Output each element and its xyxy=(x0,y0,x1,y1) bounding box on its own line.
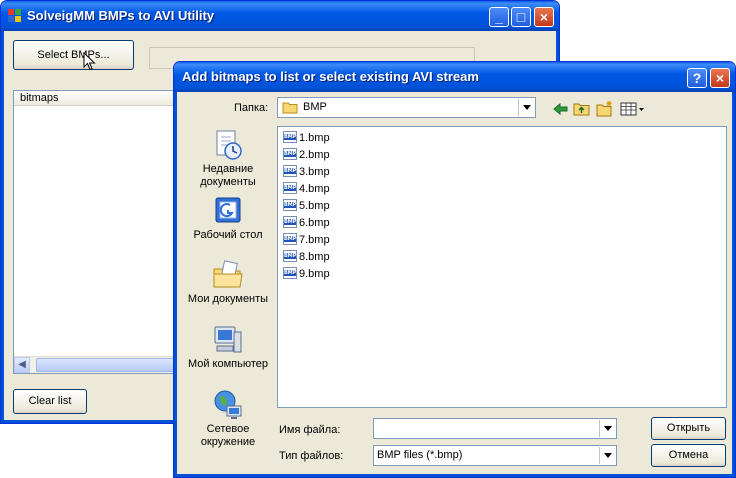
place-desktop[interactable]: Рабочий стол xyxy=(184,195,272,242)
select-bmps-button[interactable]: Select BMPs... xyxy=(13,40,134,70)
folder-label: Папка: xyxy=(234,102,269,114)
close-icon: × xyxy=(715,70,725,86)
bmp-file-icon xyxy=(283,216,297,228)
filename-combo[interactable] xyxy=(373,418,617,439)
bmp-file-icon xyxy=(283,250,297,262)
dialog-title: Add bitmaps to list or select existing A… xyxy=(182,69,479,84)
file-item[interactable]: 9.bmp xyxy=(283,267,330,281)
bmp-file-icon xyxy=(283,165,297,177)
desktop-icon xyxy=(215,197,241,223)
cancel-button[interactable]: Отмена xyxy=(651,444,726,467)
close-icon: × xyxy=(539,9,549,25)
place-label: Недавние документы xyxy=(200,163,256,188)
bmp-file-icon xyxy=(283,148,297,160)
file-item[interactable]: 4.bmp xyxy=(283,182,330,196)
back-icon[interactable] xyxy=(552,100,570,118)
dialog-close-button[interactable]: × xyxy=(710,68,730,88)
new-folder-icon[interactable] xyxy=(596,100,614,118)
frame-left xyxy=(1,31,4,423)
file-item[interactable]: 1.bmp xyxy=(283,131,330,145)
file-item[interactable]: 8.bmp xyxy=(283,250,330,264)
chevron-down-icon[interactable] xyxy=(518,99,534,116)
frame-bottom xyxy=(174,474,735,477)
file-item[interactable]: 7.bmp xyxy=(283,233,330,247)
file-name: 2.bmp xyxy=(299,149,330,161)
main-window-title: SolveigMM BMPs to AVI Utility xyxy=(27,8,215,23)
help-button[interactable]: ? xyxy=(687,68,707,88)
file-name: 9.bmp xyxy=(299,268,330,280)
filename-label: Имя файла: xyxy=(279,424,341,436)
file-name: 6.bmp xyxy=(299,217,330,229)
place-label: Мой компьютер xyxy=(187,358,269,370)
maximize-icon: □ xyxy=(516,9,526,25)
filetype-value: BMP files (*.bmp) xyxy=(377,449,463,461)
frame-left xyxy=(174,92,177,477)
bmp-file-icon xyxy=(283,267,297,279)
clear-list-button[interactable]: Clear list xyxy=(13,389,87,414)
open-button[interactable]: Открыть xyxy=(651,417,726,440)
main-close-button[interactable]: × xyxy=(534,7,554,27)
filetype-combo[interactable]: BMP files (*.bmp) xyxy=(373,445,617,466)
place-label: Мои документы xyxy=(187,293,269,305)
place-network[interactable]: Сетевое окружение xyxy=(184,389,272,449)
folder-value: BMP xyxy=(303,101,327,113)
folder-icon xyxy=(282,102,298,114)
file-name: 3.bmp xyxy=(299,166,330,178)
list-header-label: bitmaps xyxy=(20,92,59,104)
file-name: 7.bmp xyxy=(299,234,330,246)
bmp-file-icon xyxy=(283,233,297,245)
file-list[interactable]: 1.bmp 2.bmp 3.bmp 4.bmp 5.bmp 6.bmp 7.bm… xyxy=(277,126,727,408)
up-folder-icon[interactable] xyxy=(573,100,591,118)
my-computer-icon xyxy=(214,326,242,353)
filetype-label: Тип файлов: xyxy=(279,450,344,462)
bitmaps-list[interactable]: bitmaps ◀ xyxy=(13,90,196,374)
help-icon: ? xyxy=(692,70,702,86)
list-header[interactable]: bitmaps xyxy=(14,91,182,106)
minimize-button[interactable]: _ xyxy=(489,7,509,27)
frame-right xyxy=(732,92,735,477)
recent-docs-icon xyxy=(216,130,242,160)
dialog-title-bar[interactable]: Add bitmaps to list or select existing A… xyxy=(174,62,735,92)
open-file-dialog: Add bitmaps to list or select existing A… xyxy=(173,61,736,478)
my-documents-icon xyxy=(213,260,243,288)
file-name: 5.bmp xyxy=(299,200,330,212)
file-item[interactable]: 2.bmp xyxy=(283,148,330,162)
minimize-icon: _ xyxy=(495,9,503,25)
scroll-thumb[interactable] xyxy=(36,358,196,372)
file-name: 4.bmp xyxy=(299,183,330,195)
main-title-bar[interactable]: SolveigMM BMPs to AVI Utility _ □ × xyxy=(1,1,559,31)
maximize-button[interactable]: □ xyxy=(511,7,531,27)
place-label: Сетевое окружение xyxy=(200,423,256,448)
file-item[interactable]: 3.bmp xyxy=(283,165,330,179)
bmp-file-icon xyxy=(283,199,297,211)
app-icon xyxy=(8,9,21,22)
file-name: 8.bmp xyxy=(299,251,330,263)
scroll-left-icon[interactable]: ◀ xyxy=(14,357,30,373)
place-label: Рабочий стол xyxy=(193,229,263,241)
file-item[interactable]: 5.bmp xyxy=(283,199,330,213)
place-recent-documents[interactable]: Недавние документы xyxy=(184,129,272,189)
place-my-documents[interactable]: Мои документы xyxy=(184,259,272,306)
places-bar: Недавние документы Рабочий стол Мои доку… xyxy=(184,125,272,463)
file-name: 1.bmp xyxy=(299,132,330,144)
network-icon xyxy=(214,390,242,419)
bmp-file-icon xyxy=(283,131,297,143)
horizontal-scrollbar[interactable]: ◀ xyxy=(14,356,196,373)
chevron-down-icon[interactable] xyxy=(599,420,615,437)
file-item[interactable]: 6.bmp xyxy=(283,216,330,230)
folder-combo[interactable]: BMP xyxy=(277,97,536,118)
place-my-computer[interactable]: Мой компьютер xyxy=(184,324,272,371)
view-menu-icon[interactable] xyxy=(620,100,646,118)
mouse-cursor-icon xyxy=(83,52,96,71)
bmp-file-icon xyxy=(283,182,297,194)
chevron-down-icon[interactable] xyxy=(599,447,615,464)
